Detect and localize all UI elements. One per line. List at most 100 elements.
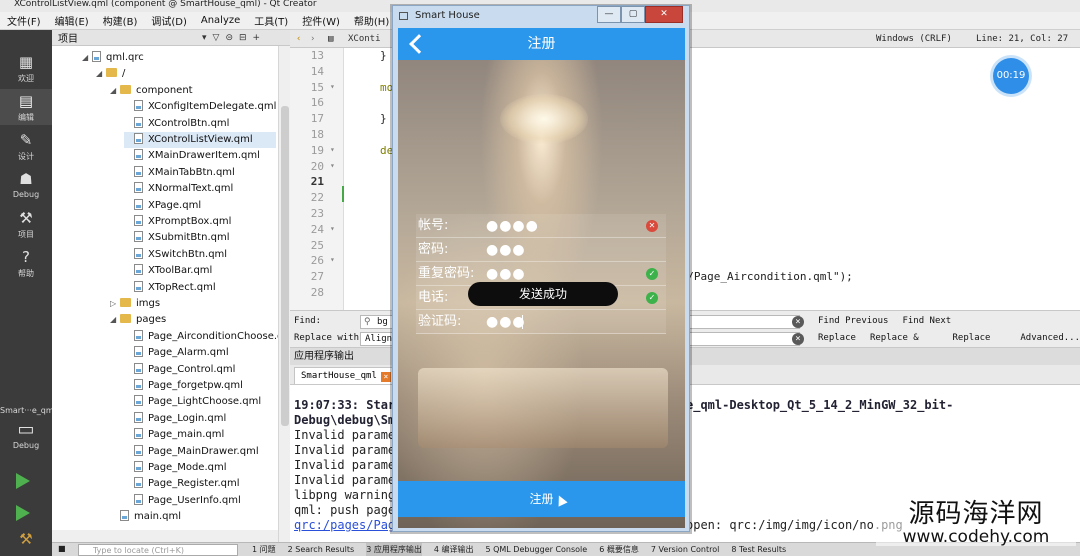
menu-item[interactable]: 调试(D) [144,13,194,28]
mode-help[interactable]: ? 帮助 [0,245,52,281]
encoding-selector[interactable]: Windows (CRLF) [876,34,952,44]
project-tree[interactable]: ◢ qml.qrc ◢ / ◢ component XConfigItemDelegate.… [52,46,278,542]
kit-selector[interactable]: Smart···e_qml ▭ Debug [0,406,56,450]
tree-file[interactable]: XToolBar.qml [124,263,276,279]
tree-file[interactable]: Page_main.qml [124,427,276,443]
tree-file[interactable]: Page_forgetpw.qml [124,378,276,394]
menu-item[interactable]: 工具(T) [247,13,295,28]
tree-folder[interactable]: ◢ component [110,83,276,99]
form-field-input[interactable]: ●●● [486,238,526,262]
locator-input[interactable]: Type to locate (Ctrl+K) [78,544,238,556]
tree-file[interactable]: XSubmitBtn.qml [124,230,276,246]
tree-folder[interactable]: ◢ / [96,66,276,82]
tree-file[interactable]: Page_AirconditionChoose.qml [124,329,278,345]
expanded-arrow-icon[interactable]: ◢ [110,83,120,99]
find-previous-button[interactable]: Find Previous [818,313,888,330]
link-icon[interactable]: ⊝ [225,33,233,43]
register-submit-button[interactable]: 注册 [398,481,685,517]
output-pane-button[interactable]: 6 概要信息 [599,543,639,556]
menu-item[interactable]: 帮助(H) [347,13,396,28]
output-pane-button[interactable]: 7 Version Control [651,543,720,556]
form-row[interactable]: 密码: ●●● [416,238,666,262]
tree-file[interactable]: XPromptBox.qml [124,214,276,230]
form-row[interactable]: 帐号: ●●●● ✕ [416,214,666,238]
expanded-arrow-icon[interactable]: ◢ [82,50,92,66]
collapsed-arrow-icon[interactable]: ▷ [110,296,120,312]
output-tab[interactable]: SmartHouse_qml × [294,367,398,384]
menu-item[interactable]: 文件(F) [0,13,48,28]
build-hammer-icon[interactable]: ⚒ [0,530,52,548]
line-number: 16 [310,96,324,110]
tree-file[interactable]: Page_Login.qml [124,411,276,427]
add-icon[interactable]: + [253,33,261,43]
project-tree-hscrollbar[interactable] [52,530,278,542]
fold-arrow-icon[interactable]: ▾ [330,255,335,264]
app-window-titlebar[interactable]: Smart House — ▢ ✕ [393,6,689,28]
tree-file[interactable]: Page_Alarm.qml [124,345,276,361]
tree-file[interactable]: XConfigItemDelegate.qml [124,99,276,115]
minimize-button[interactable]: — [597,6,621,23]
tree-file[interactable]: Page_LightChoose.qml [124,394,276,410]
output-pane-button[interactable]: 2 Search Results [288,543,355,556]
tree-file[interactable]: Page_Register.qml [124,476,276,492]
find-next-button[interactable]: Find Next [902,313,951,330]
form-row[interactable]: 验证码: ●●● [416,310,666,334]
fold-arrow-icon[interactable]: ▾ [330,161,335,170]
sidebar-toggle-icon[interactable]: ■ [58,544,66,553]
close-window-button[interactable]: ✕ [645,6,683,23]
dropdown-icon[interactable]: ▾ [202,33,207,43]
mode-wrench[interactable]: ⚒ 项目 [0,206,52,242]
back-arrow-icon[interactable]: ‹ [296,34,301,44]
tree-file[interactable]: main.qml [110,509,276,525]
tree-file[interactable]: XMainTabBtn.qml [124,165,276,181]
expanded-arrow-icon[interactable]: ◢ [110,312,120,328]
tree-file[interactable]: XControlBtn.qml [124,116,276,132]
form-field-input[interactable]: ●●● [486,310,526,334]
fold-arrow-icon[interactable]: ▾ [330,145,335,154]
qml-file-icon [134,100,143,112]
menu-item[interactable]: 控件(W) [295,13,347,28]
tree-file[interactable]: XSwitchBtn.qml [124,247,276,263]
tree-item-label: XSwitchBtn.qml [148,248,228,260]
clear-find-icon[interactable]: × [792,316,804,328]
tree-file[interactable]: XTopRect.qml [124,280,276,296]
form-field-input[interactable]: ●●●● [486,214,539,238]
maximize-button[interactable]: ▢ [621,6,645,23]
tree-file[interactable]: XNormalText.qml [124,181,276,197]
split-icon[interactable]: ⊟ [239,33,247,43]
fold-arrow-icon[interactable]: ▾ [330,224,335,233]
tree-file[interactable]: ◢ qml.qrc [82,50,276,66]
editor-file-tab[interactable]: XConti [348,34,381,44]
mode-grid[interactable]: ▦ 欢迎 [0,50,52,86]
fold-arrow-icon[interactable]: ▾ [330,82,335,91]
menu-item[interactable]: 编辑(E) [48,13,96,28]
output-pane-button[interactable]: 4 编译输出 [434,543,474,556]
output-pane-button[interactable]: 1 问题 [252,543,276,556]
menu-item[interactable]: 构建(B) [96,13,145,28]
tree-file[interactable]: XControlListView.qml [124,132,276,148]
project-tree-scrollbar[interactable] [278,46,290,542]
tree-file[interactable]: Page_MainDrawer.qml [124,444,276,460]
tree-folder[interactable]: ◢ pages [110,312,276,328]
tree-file[interactable]: XPage.qml [124,198,276,214]
filter-icon[interactable]: ▽ [213,33,220,43]
tree-file[interactable]: Page_Control.qml [124,362,276,378]
debug-run-button[interactable] [16,505,30,521]
tree-file[interactable]: XMainDrawerItem.qml [124,148,276,164]
tree-file[interactable]: Page_Mode.qml [124,460,276,476]
output-pane-button[interactable]: 3 应用程序输出 [366,543,422,556]
back-icon[interactable] [408,34,424,54]
scrollbar-thumb[interactable] [281,106,289,426]
mode-bug[interactable]: ☗ Debug [0,167,52,203]
tree-folder[interactable]: ▷ imgs [110,296,276,312]
mode-edit[interactable]: ▤ 编辑 [0,89,52,125]
mode-pen[interactable]: ✎ 设计 [0,128,52,164]
output-pane-button[interactable]: 8 Test Results [731,543,786,556]
tree-file[interactable]: Page_UserInfo.qml [124,493,276,509]
output-pane-button[interactable]: 5 QML Debugger Console [485,543,587,556]
forward-arrow-icon[interactable]: › [310,34,315,44]
run-button[interactable] [16,473,30,489]
expanded-arrow-icon[interactable]: ◢ [96,66,106,82]
menu-item[interactable]: Analyze [194,15,247,26]
clear-replace-icon[interactable]: × [792,333,804,345]
